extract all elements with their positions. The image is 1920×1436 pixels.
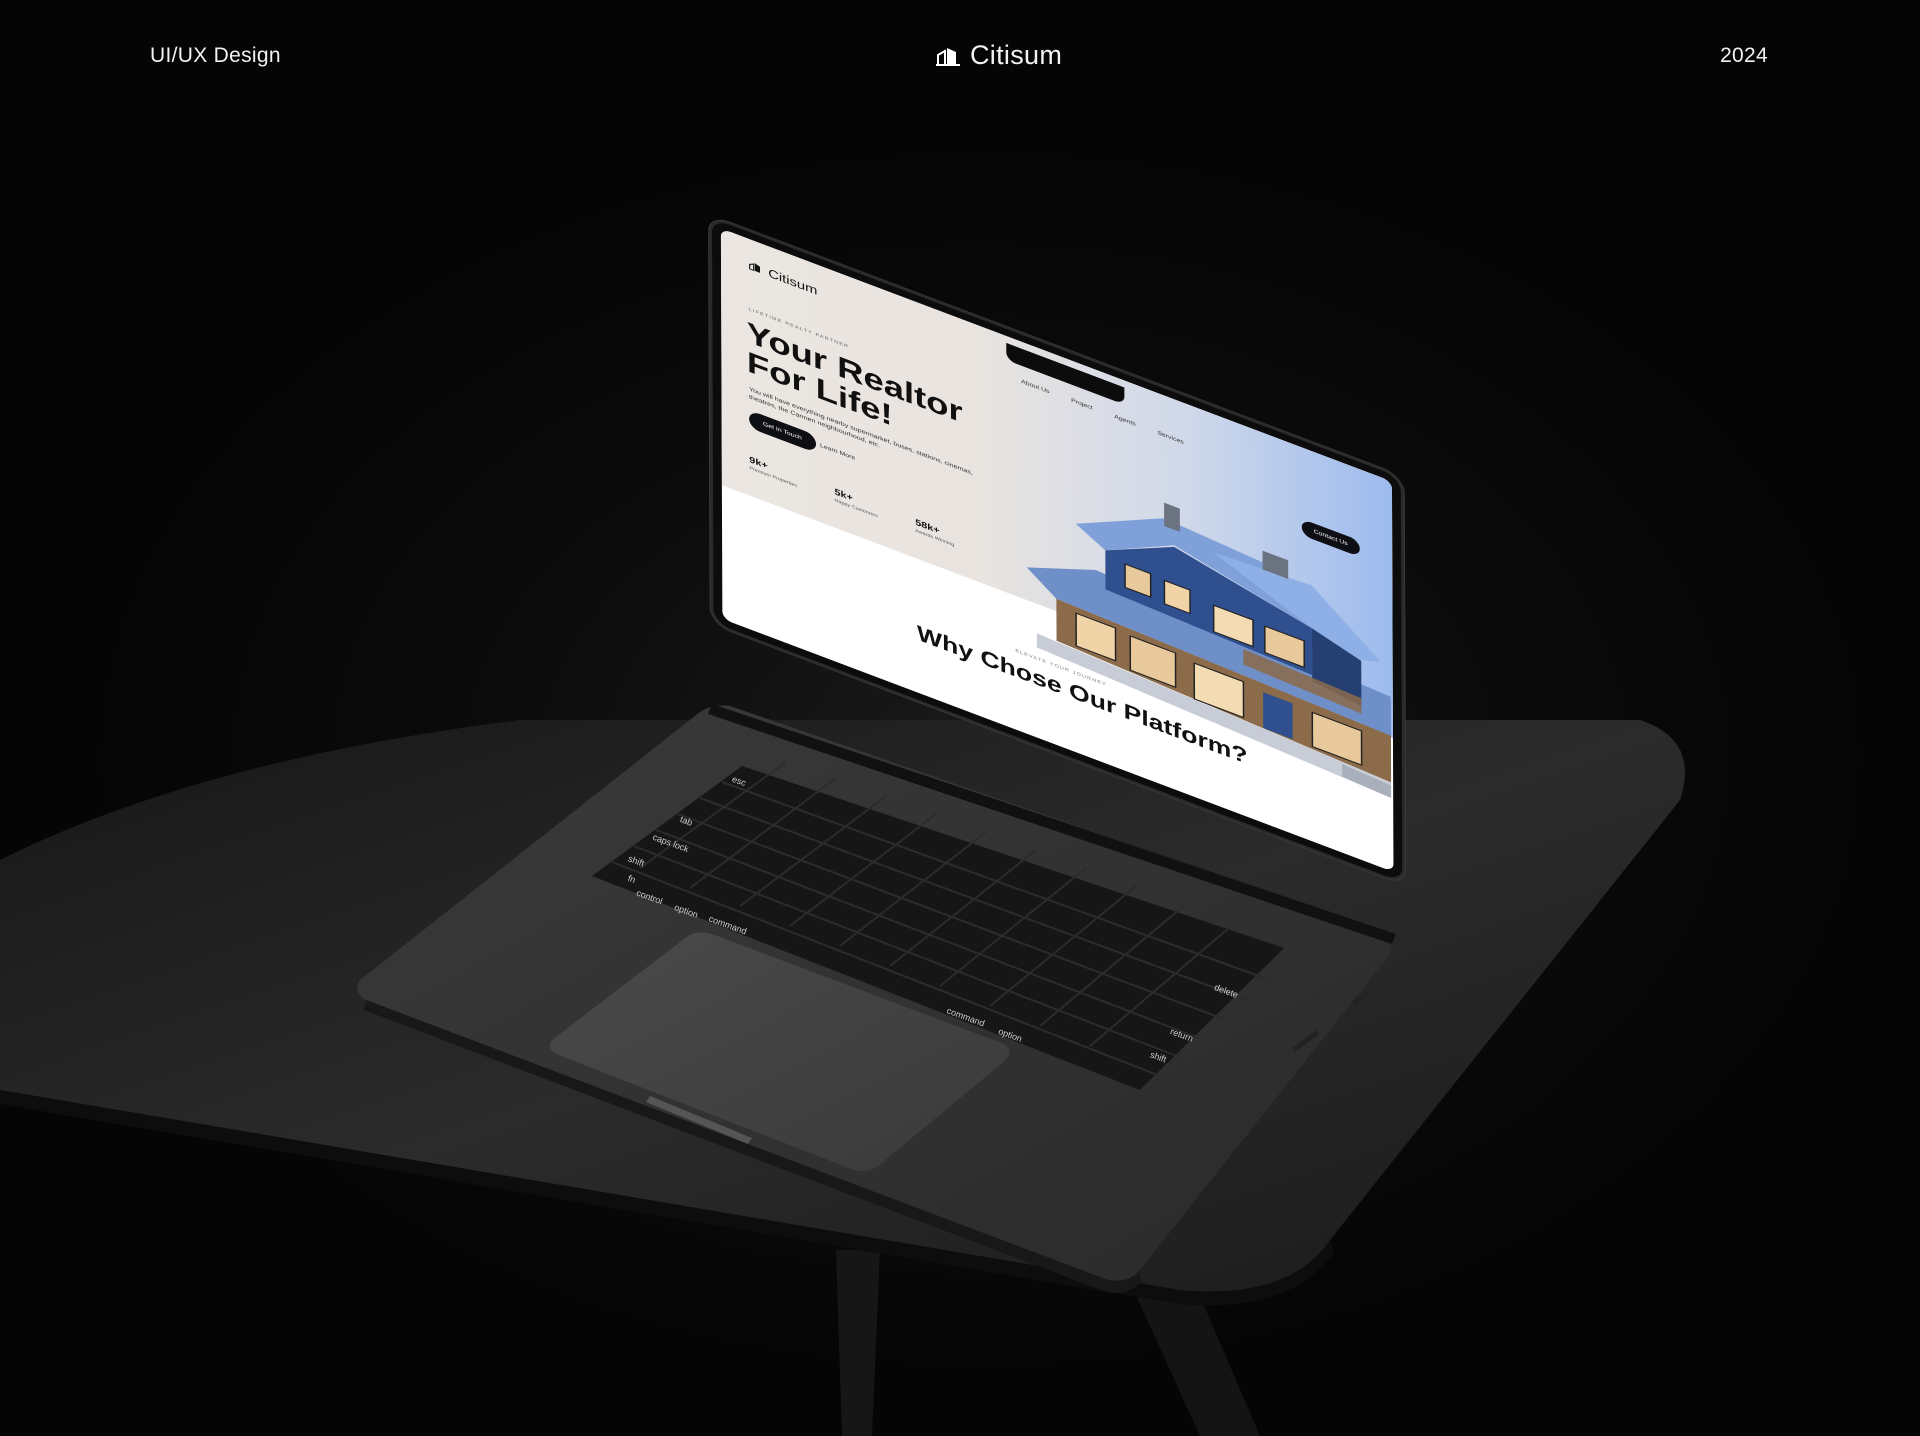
scene-illustration bbox=[0, 704, 1685, 1436]
table-leg bbox=[836, 1250, 880, 1436]
